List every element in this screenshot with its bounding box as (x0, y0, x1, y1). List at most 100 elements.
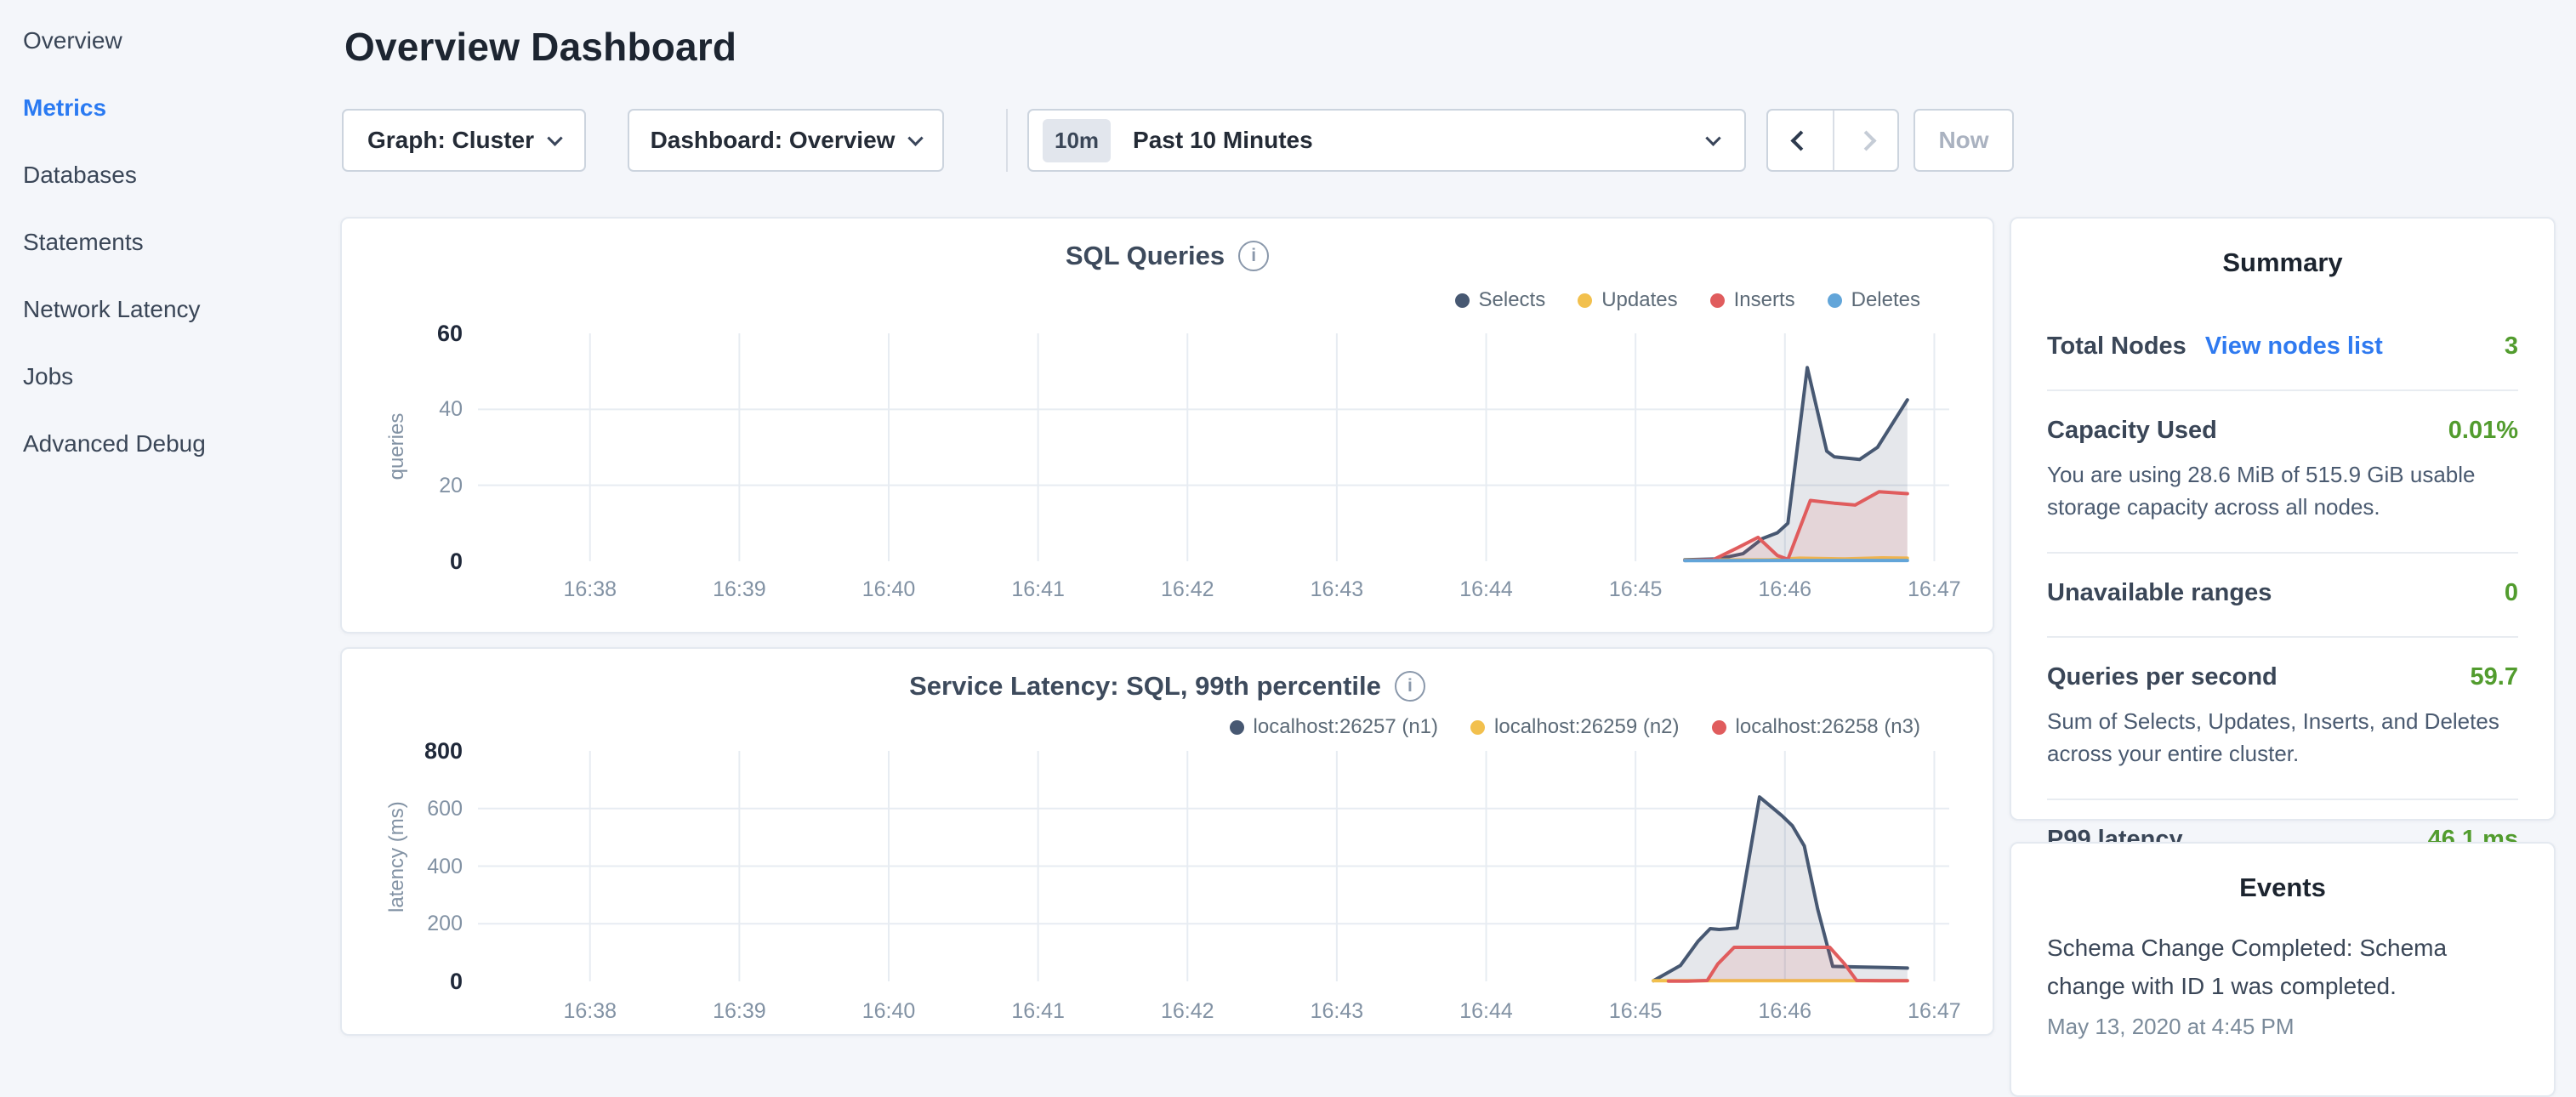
legend-item: localhost:26257 (n1) (1230, 715, 1438, 739)
y-tick-label: 60 (369, 320, 463, 347)
time-range-dropdown[interactable]: 10m Past 10 Minutes (1027, 109, 1746, 172)
sidebar-item-statements[interactable]: Statements (0, 208, 340, 276)
summary-row-total-nodes: Total Nodes View nodes list 3 (2047, 307, 2518, 389)
info-icon[interactable]: i (1238, 241, 1269, 271)
summary-subtext: Sum of Selects, Updates, Inserts, and De… (2047, 705, 2518, 770)
legend-label: localhost:26257 (n1) (1254, 715, 1438, 739)
x-tick-label: 16:45 (1576, 999, 1695, 1024)
y-tick-label: 400 (369, 853, 463, 880)
sidebar: Overview Metrics Databases Statements Ne… (0, 0, 340, 1051)
dashboard-dropdown-label: Dashboard: Overview (651, 127, 896, 154)
x-tick-label: 16:47 (1874, 577, 1993, 602)
x-tick-label: 16:40 (829, 577, 948, 602)
next-time-window-button[interactable] (1833, 111, 1897, 170)
prev-time-window-button[interactable] (1768, 111, 1833, 170)
time-range-badge: 10m (1043, 119, 1111, 162)
event-item-text[interactable]: Schema Change Completed: Schema change w… (2047, 929, 2518, 1005)
summary-title: Summary (2011, 219, 2554, 278)
summary-row-capacity-used: Capacity Used 0.01% You are using 28.6 M… (2047, 389, 2518, 552)
legend-label: Inserts (1734, 288, 1795, 312)
sidebar-item-databases[interactable]: Databases (0, 141, 340, 208)
legend-item: localhost:26258 (n3) (1712, 715, 1920, 739)
x-tick-label: 16:44 (1427, 577, 1546, 602)
summary-row-queries-per-second: Queries per second 59.7 Sum of Selects, … (2047, 636, 2518, 799)
legend-label: localhost:26259 (n2) (1494, 715, 1679, 739)
legend-dot-icon (1455, 293, 1470, 308)
summary-label: Total Nodes (2047, 333, 2186, 361)
chart-legend: localhost:26257 (n1) localhost:26259 (n2)… (1230, 715, 1920, 739)
legend-item: localhost:26259 (n2) (1470, 715, 1679, 739)
time-window-arrows (1766, 109, 1899, 172)
x-tick-label: 16:38 (531, 999, 650, 1024)
chevron-left-icon (1790, 130, 1811, 151)
legend-dot-icon (1230, 720, 1244, 735)
chart-title: SQL Queries (1066, 241, 1225, 271)
summary-value: 0 (2505, 579, 2518, 607)
x-tick-label: 16:40 (829, 999, 948, 1024)
summary-label: Capacity Used (2047, 417, 2217, 445)
sidebar-item-overview[interactable]: Overview (0, 7, 340, 74)
chevron-right-icon (1856, 130, 1876, 151)
summary-value: 0.01% (2448, 417, 2518, 445)
graph-scope-dropdown[interactable]: Graph: Cluster (342, 109, 586, 172)
legend-item: Deletes (1828, 288, 1920, 312)
x-tick-label: 16:39 (680, 577, 799, 602)
legend-dot-icon (1470, 720, 1485, 735)
chart-plot[interactable] (478, 751, 1949, 981)
y-tick-label: 0 (369, 968, 463, 995)
x-tick-label: 16:42 (1128, 999, 1247, 1024)
summary-panel: Summary Total Nodes View nodes list 3 Ca… (2010, 217, 2556, 821)
legend-dot-icon (1712, 720, 1726, 735)
legend-label: Selects (1479, 288, 1546, 312)
sidebar-item-metrics[interactable]: Metrics (0, 74, 340, 141)
y-tick-label: 40 (369, 395, 463, 423)
summary-subtext: You are using 28.6 MiB of 515.9 GiB usab… (2047, 458, 2518, 523)
events-title: Events (2011, 844, 2554, 903)
graph-scope-dropdown-label: Graph: Cluster (367, 127, 534, 154)
summary-label: Unavailable ranges (2047, 579, 2272, 607)
service-latency-chart-card: Service Latency: SQL, 99th percentile i … (340, 647, 1994, 1036)
x-tick-label: 16:45 (1576, 577, 1695, 602)
x-tick-label: 16:44 (1427, 999, 1546, 1024)
legend-dot-icon (1710, 293, 1725, 308)
chevron-down-icon (547, 130, 562, 145)
x-tick-label: 16:43 (1277, 577, 1396, 602)
legend-dot-icon (1578, 293, 1592, 308)
x-tick-label: 16:42 (1128, 577, 1247, 602)
x-tick-label: 16:38 (531, 577, 650, 602)
now-button[interactable]: Now (1914, 109, 2014, 172)
sidebar-item-advanced-debug[interactable]: Advanced Debug (0, 410, 340, 477)
app-root: Overview Metrics Databases Statements Ne… (0, 0, 2576, 1051)
toolbar-divider (1006, 109, 1008, 172)
y-tick-label: 0 (369, 548, 463, 575)
summary-row-unavailable-ranges: Unavailable ranges 0 (2047, 552, 2518, 636)
legend-item: Updates (1578, 288, 1677, 312)
view-nodes-list-link[interactable]: View nodes list (2205, 333, 2383, 361)
x-tick-label: 16:46 (1726, 999, 1845, 1024)
sidebar-item-jobs[interactable]: Jobs (0, 343, 340, 410)
summary-label: Queries per second (2047, 663, 2277, 691)
x-tick-label: 16:43 (1277, 999, 1396, 1024)
summary-value: 3 (2505, 333, 2518, 361)
legend-item: Selects (1455, 288, 1546, 312)
legend-item: Inserts (1710, 288, 1795, 312)
events-panel: Events Schema Change Completed: Schema c… (2010, 842, 2556, 1097)
chart-title: Service Latency: SQL, 99th percentile (909, 671, 1381, 702)
dashboard-dropdown[interactable]: Dashboard: Overview (628, 109, 944, 172)
y-tick-label: 600 (369, 795, 463, 822)
sql-queries-chart-card: SQL Queries i Selects Updates Inserts Delet… (340, 217, 1994, 634)
legend-label: Deletes (1851, 288, 1920, 312)
legend-dot-icon (1828, 293, 1842, 308)
sidebar-item-network-latency[interactable]: Network Latency (0, 276, 340, 343)
y-tick-label: 200 (369, 910, 463, 937)
x-tick-label: 16:41 (979, 577, 1098, 602)
page-title: Overview Dashboard (344, 24, 736, 70)
x-tick-label: 16:39 (680, 999, 799, 1024)
chart-legend: Selects Updates Inserts Deletes (1455, 288, 1921, 312)
chart-plot[interactable] (478, 333, 1949, 561)
summary-value: 59.7 (2471, 663, 2518, 691)
chevron-down-icon (908, 130, 924, 145)
info-icon[interactable]: i (1395, 671, 1425, 702)
chevron-down-icon (1705, 130, 1720, 145)
legend-label: localhost:26258 (n3) (1736, 715, 1920, 739)
